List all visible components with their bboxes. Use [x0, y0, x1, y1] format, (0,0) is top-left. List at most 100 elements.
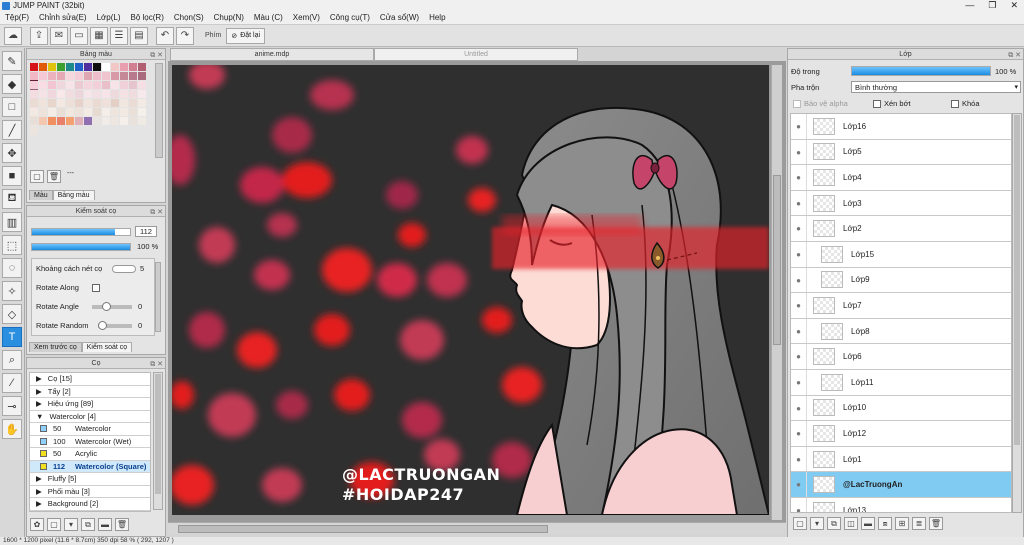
layer-scroll-thumb[interactable]	[1014, 115, 1020, 445]
color-swatch[interactable]	[93, 90, 101, 98]
grid-icon[interactable]: ▦	[90, 26, 108, 45]
color-swatch[interactable]	[84, 99, 92, 107]
color-swatch[interactable]	[66, 99, 74, 107]
color-swatch[interactable]	[111, 108, 119, 116]
brush-item-selected[interactable]: 112 Watercolor (Square)	[30, 460, 150, 473]
rotate-angle-slider[interactable]	[92, 301, 132, 311]
layer-row[interactable]: ● Lớp12	[791, 421, 1011, 447]
visibility-eye-icon[interactable]: ●	[791, 497, 807, 512]
brush-tree-scrollbar[interactable]	[153, 372, 163, 510]
color-swatch[interactable]	[102, 63, 110, 71]
layer-settings-icon[interactable]: ≣	[912, 517, 926, 530]
color-swatch[interactable]	[39, 90, 47, 98]
color-swatch[interactable]	[75, 72, 83, 80]
color-swatch[interactable]	[93, 117, 101, 125]
color-swatch[interactable]	[120, 63, 128, 71]
layer-row[interactable]: ● Lớp4	[791, 165, 1011, 191]
color-swatch[interactable]	[120, 99, 128, 107]
visibility-eye-icon[interactable]: ●	[791, 114, 807, 139]
layer-row[interactable]: ● Lớp6	[791, 344, 1011, 370]
new-layer-menu-icon[interactable]: ▾	[810, 517, 824, 530]
layer-row-selected[interactable]: ● @LacTruongAn	[791, 472, 1011, 498]
layer-row[interactable]: ● Lớp2	[791, 216, 1011, 242]
layer-opacity-slider[interactable]	[851, 66, 991, 76]
color-swatch[interactable]	[84, 117, 92, 125]
color-swatch[interactable]	[138, 99, 146, 107]
color-swatch[interactable]	[84, 81, 92, 89]
tab-brush-preview[interactable]: Xem trước cọ	[29, 342, 82, 352]
layer-row[interactable]: ● Lớp8	[791, 318, 1011, 345]
copy-layer-icon[interactable]: ⧉	[827, 517, 841, 530]
list-icon[interactable]: ☰	[110, 26, 128, 45]
gradient-tool-icon[interactable]: ▥	[2, 212, 22, 232]
menu-filter[interactable]: Bộ lọc(R)	[126, 13, 169, 22]
color-swatch[interactable]	[30, 72, 38, 80]
brush-group[interactable]: ▶ Background [2]	[30, 498, 150, 511]
color-swatch[interactable]	[48, 117, 56, 125]
color-swatch[interactable]	[84, 108, 92, 116]
pen-tool-icon[interactable]: ✎	[2, 51, 22, 71]
color-swatch[interactable]	[57, 81, 65, 89]
color-swatch[interactable]	[66, 81, 74, 89]
layer-row[interactable]: ● Lớp10	[791, 395, 1011, 422]
visibility-eye-icon[interactable]: ●	[791, 293, 807, 318]
minimize-button[interactable]: —	[965, 0, 974, 11]
color-swatch[interactable]	[129, 99, 137, 107]
hand-tool-icon[interactable]: ✋	[2, 419, 22, 439]
visibility-eye-icon[interactable]: ●	[791, 267, 807, 293]
color-swatch[interactable]	[39, 108, 47, 116]
color-swatch[interactable]	[30, 117, 38, 125]
visibility-eye-icon[interactable]: ●	[791, 241, 807, 267]
copy-brush-icon[interactable]: ⧉	[81, 518, 95, 531]
visibility-eye-icon[interactable]: ●	[791, 139, 807, 165]
brush-group[interactable]: ▶ Cọ [15]	[30, 373, 150, 386]
brush-group[interactable]: ▶ Hiệu ứng [89]	[30, 398, 150, 411]
menu-window[interactable]: Cửa sổ(W)	[375, 13, 424, 22]
color-swatch[interactable]	[120, 72, 128, 80]
color-swatch[interactable]	[111, 72, 119, 80]
comment-icon[interactable]: ✉	[50, 26, 68, 45]
undo-icon[interactable]: ↶	[156, 26, 174, 45]
brush-group[interactable]: ▶ Fluffy [5]	[30, 473, 150, 486]
color-swatch[interactable]	[66, 72, 74, 80]
new-brush-icon[interactable]: ▢	[47, 518, 61, 531]
color-swatch[interactable]	[129, 90, 137, 98]
cloud-icon[interactable]: ☁	[4, 26, 22, 45]
layer-row[interactable]: ● Lớp5	[791, 139, 1011, 166]
new-layer-icon[interactable]: ▢	[793, 517, 807, 530]
color-swatch[interactable]	[93, 72, 101, 80]
spacing-slider[interactable]	[112, 264, 136, 273]
panel-window-icons[interactable]: ⧉ ✕	[1008, 50, 1021, 61]
color-swatch[interactable]	[138, 108, 146, 116]
page-icon[interactable]: ▭	[70, 26, 88, 45]
merge-layer-icon[interactable]: ⧈	[878, 517, 892, 530]
layer-row[interactable]: ● Lớp3	[791, 190, 1011, 217]
color-swatch[interactable]	[120, 108, 128, 116]
color-swatch[interactable]	[102, 117, 110, 125]
color-swatch[interactable]	[120, 81, 128, 89]
color-swatch[interactable]	[66, 108, 74, 116]
color-swatch[interactable]	[84, 63, 92, 71]
color-swatch[interactable]	[102, 81, 110, 89]
visibility-eye-icon[interactable]: ●	[791, 421, 807, 446]
color-swatch[interactable]	[30, 108, 38, 116]
color-swatch[interactable]	[66, 63, 74, 71]
layer-row[interactable]: ● Lớp15	[791, 241, 1011, 268]
select-eraser-icon[interactable]: ◇	[2, 304, 22, 324]
visibility-eye-icon[interactable]: ●	[791, 165, 807, 190]
eyedropper-icon[interactable]: ⁄	[2, 373, 22, 393]
color-swatch[interactable]	[129, 117, 137, 125]
protect-alpha-checkbox[interactable]	[793, 100, 801, 109]
brush-opacity-slider[interactable]	[31, 242, 131, 251]
delete-swatch-icon[interactable]: 🗑	[47, 170, 61, 183]
layer-list-scrollbar[interactable]	[1012, 113, 1022, 513]
tab-brush-control[interactable]: Kiểm soát cọ	[81, 342, 133, 352]
layer-row[interactable]: ● Lớp7	[791, 293, 1011, 319]
color-swatch[interactable]	[30, 81, 38, 89]
brush-size-field[interactable]: 112	[135, 226, 157, 237]
brush-item[interactable]: 50 Acrylic	[30, 448, 150, 461]
menu-edit[interactable]: Chỉnh sửa(E)	[34, 13, 92, 22]
layer-mask-icon[interactable]: ◫	[844, 517, 858, 530]
layer-row[interactable]: ● Lớp13	[791, 497, 1011, 512]
brush-group-open[interactable]: ▼ Watercolor [4]	[30, 411, 150, 423]
